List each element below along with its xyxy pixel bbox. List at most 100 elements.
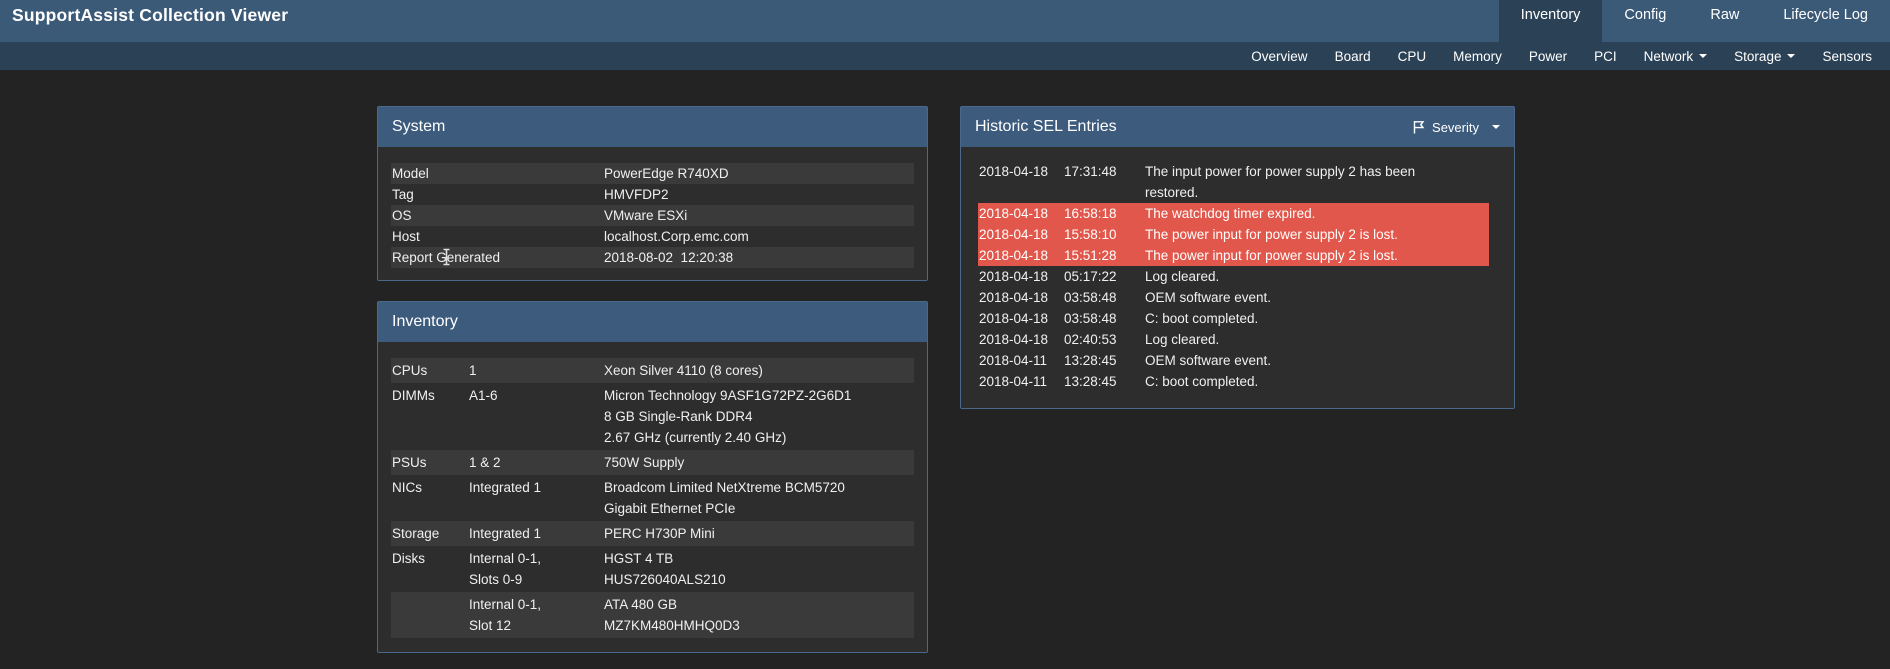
system-table: ModelPowerEdge R740XDTagHMVFDP2OSVMware … (378, 147, 927, 280)
subnav-item-sensors[interactable]: Sensors (1822, 49, 1872, 64)
location-line: 1 & 2 (469, 452, 604, 473)
sel-entry: 2018-04-1805:17:22Log cleared. (978, 266, 1489, 287)
system-row: OSVMware ESXi (391, 205, 914, 226)
severity-filter-label: Severity (1432, 120, 1479, 135)
entry-message: OEM software event. (1145, 287, 1463, 308)
row-description: Xeon Silver 4110 (8 cores) (604, 360, 914, 381)
location-line: Internal 0-1, (469, 548, 604, 569)
row-location: Integrated 1 (469, 477, 604, 519)
entry-time: 13:28:45 (1064, 350, 1145, 371)
subnav-item-memory[interactable]: Memory (1453, 49, 1502, 64)
entry-date: 2018-04-11 (978, 350, 1064, 371)
subnav-item-power[interactable]: Power (1529, 49, 1567, 64)
entry-message: The input power for power supply 2 has b… (1145, 161, 1463, 203)
tab-config[interactable]: Config (1602, 0, 1688, 42)
row-description: ATA 480 GBMZ7KM480HMHQ0D3 (604, 594, 914, 636)
subnav-item-network[interactable]: Network (1644, 49, 1708, 64)
location-line: Internal 0-1, (469, 594, 604, 615)
row-label: Storage (391, 523, 469, 544)
severity-filter-button[interactable]: Severity (1412, 120, 1500, 135)
description-line: Micron Technology 9ASF1G72PZ-2G6D1 (604, 385, 914, 406)
entry-date: 2018-04-18 (978, 308, 1064, 329)
system-row: Hostlocalhost.Corp.emc.com (391, 226, 914, 247)
entry-message: The power input for power supply 2 is lo… (1145, 245, 1463, 266)
entry-time: 16:58:18 (1064, 203, 1145, 224)
entry-time: 17:31:48 (1064, 161, 1145, 203)
subnav-item-label: Board (1335, 49, 1371, 64)
subnav-item-board[interactable]: Board (1335, 49, 1371, 64)
location-line: Integrated 1 (469, 523, 604, 544)
entry-date: 2018-04-18 (978, 203, 1064, 224)
system-row: TagHMVFDP2 (391, 184, 914, 205)
sel-entry: 2018-04-1803:58:48C: boot completed. (978, 308, 1489, 329)
row-value: 2018-08-02 12:20:38 (604, 247, 914, 268)
subnav-item-overview[interactable]: Overview (1251, 49, 1307, 64)
sel-entry: 2018-04-1815:58:10The power input for po… (978, 224, 1489, 245)
location-line: Integrated 1 (469, 477, 604, 498)
title-bar: SupportAssist Collection Viewer Inventor… (0, 0, 1890, 42)
location-line: Slots 0-9 (469, 569, 604, 590)
description-line: Gigabit Ethernet PCIe (604, 498, 914, 519)
sel-entry: 2018-04-1816:58:18The watchdog timer exp… (978, 203, 1489, 224)
row-label: NICs (391, 477, 469, 519)
row-value: PowerEdge R740XD (604, 163, 914, 184)
row-location: Integrated 1 (469, 523, 604, 544)
row-location: A1-6 (469, 385, 604, 448)
tab-lifecycle-log[interactable]: Lifecycle Log (1761, 0, 1890, 42)
row-label: Model (391, 163, 604, 184)
entry-message: Log cleared. (1145, 266, 1463, 287)
system-panel: System ModelPowerEdge R740XDTagHMVFDP2OS… (377, 106, 928, 281)
description-line: Broadcom Limited NetXtreme BCM5720 (604, 477, 914, 498)
inventory-panel: Inventory CPUs1Xeon Silver 4110 (8 cores… (377, 301, 928, 653)
row-label: CPUs (391, 360, 469, 381)
entry-message: C: boot completed. (1145, 371, 1463, 392)
entry-message: C: boot completed. (1145, 308, 1463, 329)
tab-inventory[interactable]: Inventory (1499, 0, 1603, 42)
subnav-item-storage[interactable]: Storage (1734, 49, 1795, 64)
description-line: PERC H730P Mini (604, 523, 914, 544)
top-navigation: InventoryConfigRawLifecycle Log (1499, 0, 1890, 42)
tab-raw[interactable]: Raw (1688, 0, 1761, 42)
entry-time: 03:58:48 (1064, 308, 1145, 329)
entry-date: 2018-04-18 (978, 224, 1064, 245)
text-cursor (441, 248, 452, 266)
subnav-item-label: Power (1529, 49, 1567, 64)
app-title: SupportAssist Collection Viewer (12, 5, 288, 26)
entry-time: 15:58:10 (1064, 224, 1145, 245)
entry-date: 2018-04-11 (978, 371, 1064, 392)
description-line: 750W Supply (604, 452, 914, 473)
subnav-item-pci[interactable]: PCI (1594, 49, 1617, 64)
row-location: 1 & 2 (469, 452, 604, 473)
sel-entries-list: 2018-04-1817:31:48The input power for po… (961, 147, 1514, 408)
subnav-item-label: Network (1644, 49, 1694, 64)
subnav-item-cpu[interactable]: CPU (1398, 49, 1427, 64)
system-panel-header: System (378, 107, 927, 147)
entry-message: OEM software event. (1145, 350, 1463, 371)
row-label: Disks (391, 548, 469, 590)
description-line: MZ7KM480HMHQ0D3 (604, 615, 914, 636)
inventory-table: CPUs1Xeon Silver 4110 (8 cores)DIMMsA1-6… (378, 342, 927, 652)
inventory-row: CPUs1Xeon Silver 4110 (8 cores) (391, 358, 914, 383)
inventory-row: StorageIntegrated 1PERC H730P Mini (391, 521, 914, 546)
entry-message: The power input for power supply 2 is lo… (1145, 224, 1463, 245)
entry-time: 02:40:53 (1064, 329, 1145, 350)
entry-date: 2018-04-18 (978, 266, 1064, 287)
row-label: Host (391, 226, 604, 247)
system-row: Report Generated2018-08-02 12:20:38 (391, 247, 914, 268)
row-label (391, 594, 469, 636)
subnav-item-label: Storage (1734, 49, 1781, 64)
subnav-item-label: Memory (1453, 49, 1502, 64)
sel-panel-header: Historic SEL Entries Severity (961, 107, 1514, 147)
sel-entry: 2018-04-1817:31:48The input power for po… (978, 161, 1489, 203)
entry-date: 2018-04-18 (978, 161, 1064, 203)
sel-entry: 2018-04-1803:58:48OEM software event. (978, 287, 1489, 308)
row-value: localhost.Corp.emc.com (604, 226, 914, 247)
row-description: PERC H730P Mini (604, 523, 914, 544)
entry-message: The watchdog timer expired. (1145, 203, 1463, 224)
description-line: ATA 480 GB (604, 594, 914, 615)
inventory-sub-navigation: Overview Board CPU Memory Power PCI Network Sto… (0, 42, 1890, 70)
sel-entry: 2018-04-1802:40:53Log cleared. (978, 329, 1489, 350)
description-line: Xeon Silver 4110 (8 cores) (604, 360, 914, 381)
row-label: DIMMs (391, 385, 469, 448)
system-row: ModelPowerEdge R740XD (391, 163, 914, 184)
